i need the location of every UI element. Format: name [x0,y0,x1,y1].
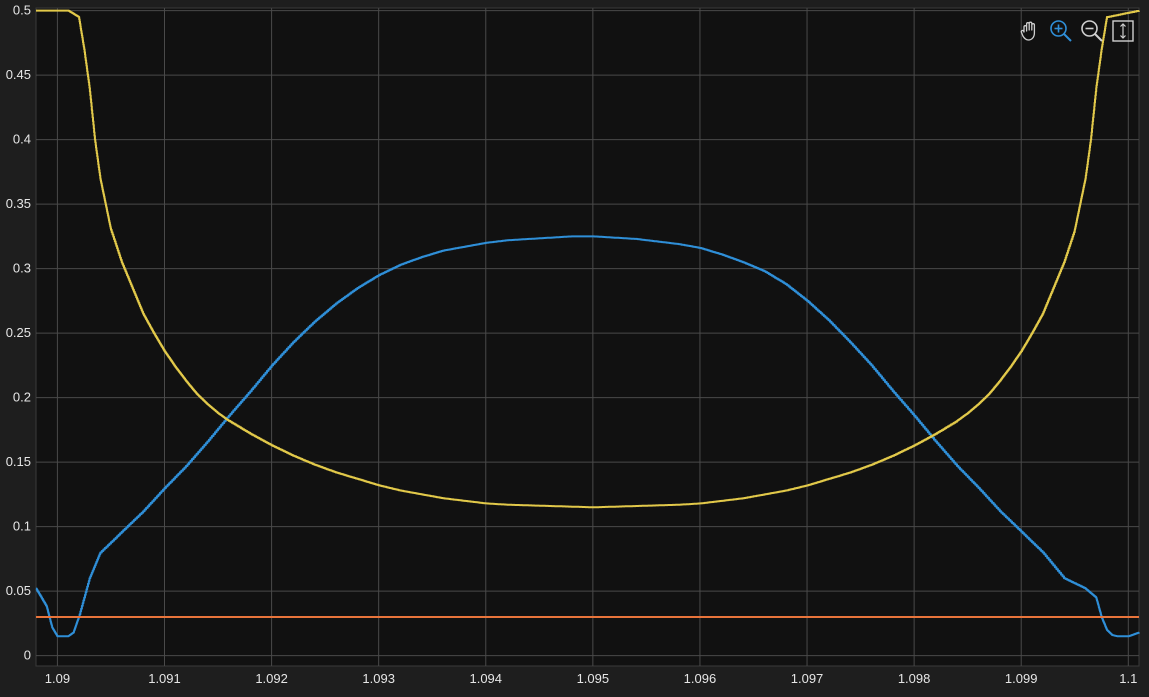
y-tick-label: 0.15 [6,454,31,469]
y-tick-label: 0 [24,648,31,663]
x-tick-label: 1.097 [791,671,824,686]
x-tick-label: 1.09 [45,671,70,686]
y-tick-label: 0.05 [6,583,31,598]
y-tick-label: 0.45 [6,67,31,82]
restore-view-icon[interactable] [1109,17,1137,45]
y-tick-label: 0.25 [6,325,31,340]
y-tick-label: 0.2 [13,390,31,405]
chart-svg: 0 0.05 0.1 0.15 0.2 0.25 0.3 0.35 0.4 0.45 0.5 1.0… [6,3,1140,686]
y-tick-label: 0.5 [13,3,31,18]
x-tick-label: 1.1 [1119,671,1137,686]
zoom-in-icon[interactable] [1047,17,1075,45]
x-tick-label: 1.092 [255,671,288,686]
y-tick-label: 0.3 [13,261,31,276]
x-tick-label: 1.098 [898,671,931,686]
zoom-out-icon[interactable] [1078,17,1106,45]
pan-hand-icon[interactable] [1016,17,1044,45]
x-tick-label: 1.094 [469,671,502,686]
y-axis-ticks: 0 0.05 0.1 0.15 0.2 0.25 0.3 0.35 0.4 0.45 0.5 [6,3,31,663]
y-tick-label: 0.35 [6,196,31,211]
chart-container: 0 0.05 0.1 0.15 0.2 0.25 0.3 0.35 0.4 0.45 0.5 1.0… [0,0,1149,692]
x-tick-label: 1.096 [684,671,717,686]
x-tick-label: 1.091 [148,671,181,686]
x-axis-ticks: 1.09 1.091 1.092 1.093 1.094 1.095 1.096 1.097 1… [45,671,1138,686]
plot-area[interactable] [35,7,1140,667]
x-tick-label: 1.099 [1005,671,1038,686]
x-tick-label: 1.095 [577,671,610,686]
axes-toolbar [1016,16,1137,46]
y-tick-label: 0.1 [13,519,31,534]
x-tick-label: 1.093 [362,671,395,686]
y-tick-label: 0.4 [13,132,31,147]
